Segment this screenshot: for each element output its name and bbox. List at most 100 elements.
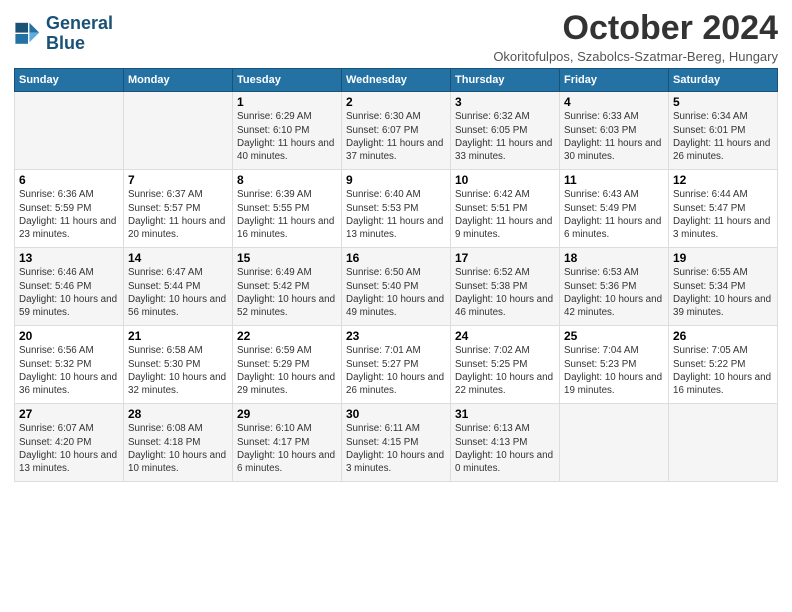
day-cell: 30Sunrise: 6:11 AM Sunset: 4:15 PM Dayli…	[342, 404, 451, 482]
day-info: Sunrise: 6:37 AM Sunset: 5:57 PM Dayligh…	[128, 188, 228, 241]
day-cell: 16Sunrise: 6:50 AM Sunset: 5:40 PM Dayli…	[342, 248, 451, 326]
day-info: Sunrise: 7:01 AM Sunset: 5:27 PM Dayligh…	[346, 344, 446, 397]
day-cell	[669, 404, 778, 482]
subtitle: Okoritofulpos, Szabolcs-Szatmar-Bereg, H…	[493, 49, 778, 64]
day-number: 19	[673, 251, 773, 265]
logo-icon	[14, 20, 42, 48]
day-info: Sunrise: 6:11 AM Sunset: 4:15 PM Dayligh…	[346, 422, 446, 475]
day-number: 27	[19, 407, 119, 421]
day-cell: 9Sunrise: 6:40 AM Sunset: 5:53 PM Daylig…	[342, 170, 451, 248]
day-number: 26	[673, 329, 773, 343]
day-number: 12	[673, 173, 773, 187]
day-cell: 2Sunrise: 6:30 AM Sunset: 6:07 PM Daylig…	[342, 92, 451, 170]
day-cell: 7Sunrise: 6:37 AM Sunset: 5:57 PM Daylig…	[124, 170, 233, 248]
day-number: 21	[128, 329, 228, 343]
day-cell: 23Sunrise: 7:01 AM Sunset: 5:27 PM Dayli…	[342, 326, 451, 404]
day-cell: 26Sunrise: 7:05 AM Sunset: 5:22 PM Dayli…	[669, 326, 778, 404]
week-row-4: 20Sunrise: 6:56 AM Sunset: 5:32 PM Dayli…	[15, 326, 778, 404]
day-info: Sunrise: 6:10 AM Sunset: 4:17 PM Dayligh…	[237, 422, 337, 475]
day-number: 10	[455, 173, 555, 187]
day-info: Sunrise: 6:13 AM Sunset: 4:13 PM Dayligh…	[455, 422, 555, 475]
day-number: 6	[19, 173, 119, 187]
col-header-sunday: Sunday	[15, 69, 124, 92]
day-info: Sunrise: 6:47 AM Sunset: 5:44 PM Dayligh…	[128, 266, 228, 319]
day-cell: 6Sunrise: 6:36 AM Sunset: 5:59 PM Daylig…	[15, 170, 124, 248]
day-number: 2	[346, 95, 446, 109]
day-info: Sunrise: 6:58 AM Sunset: 5:30 PM Dayligh…	[128, 344, 228, 397]
day-info: Sunrise: 6:30 AM Sunset: 6:07 PM Dayligh…	[346, 110, 446, 163]
day-info: Sunrise: 6:36 AM Sunset: 5:59 PM Dayligh…	[19, 188, 119, 241]
day-number: 23	[346, 329, 446, 343]
day-info: Sunrise: 6:49 AM Sunset: 5:42 PM Dayligh…	[237, 266, 337, 319]
day-info: Sunrise: 6:55 AM Sunset: 5:34 PM Dayligh…	[673, 266, 773, 319]
header-row: SundayMondayTuesdayWednesdayThursdayFrid…	[15, 69, 778, 92]
day-number: 29	[237, 407, 337, 421]
day-cell: 22Sunrise: 6:59 AM Sunset: 5:29 PM Dayli…	[233, 326, 342, 404]
day-cell: 12Sunrise: 6:44 AM Sunset: 5:47 PM Dayli…	[669, 170, 778, 248]
day-number: 9	[346, 173, 446, 187]
day-info: Sunrise: 6:53 AM Sunset: 5:36 PM Dayligh…	[564, 266, 664, 319]
day-cell: 24Sunrise: 7:02 AM Sunset: 5:25 PM Dayli…	[451, 326, 560, 404]
day-info: Sunrise: 6:29 AM Sunset: 6:10 PM Dayligh…	[237, 110, 337, 163]
header: General Blue October 2024 Okoritofulpos,…	[14, 10, 778, 64]
day-number: 4	[564, 95, 664, 109]
day-number: 16	[346, 251, 446, 265]
title-block: October 2024 Okoritofulpos, Szabolcs-Sza…	[493, 10, 778, 64]
day-number: 15	[237, 251, 337, 265]
day-info: Sunrise: 6:33 AM Sunset: 6:03 PM Dayligh…	[564, 110, 664, 163]
col-header-monday: Monday	[124, 69, 233, 92]
week-row-2: 6Sunrise: 6:36 AM Sunset: 5:59 PM Daylig…	[15, 170, 778, 248]
day-cell: 8Sunrise: 6:39 AM Sunset: 5:55 PM Daylig…	[233, 170, 342, 248]
day-cell: 27Sunrise: 6:07 AM Sunset: 4:20 PM Dayli…	[15, 404, 124, 482]
day-info: Sunrise: 6:56 AM Sunset: 5:32 PM Dayligh…	[19, 344, 119, 397]
day-cell: 25Sunrise: 7:04 AM Sunset: 5:23 PM Dayli…	[560, 326, 669, 404]
day-number: 18	[564, 251, 664, 265]
day-cell: 21Sunrise: 6:58 AM Sunset: 5:30 PM Dayli…	[124, 326, 233, 404]
day-info: Sunrise: 6:44 AM Sunset: 5:47 PM Dayligh…	[673, 188, 773, 241]
calendar-table: SundayMondayTuesdayWednesdayThursdayFrid…	[14, 68, 778, 482]
day-number: 25	[564, 329, 664, 343]
day-number: 22	[237, 329, 337, 343]
col-header-wednesday: Wednesday	[342, 69, 451, 92]
day-number: 20	[19, 329, 119, 343]
day-cell: 1Sunrise: 6:29 AM Sunset: 6:10 PM Daylig…	[233, 92, 342, 170]
day-cell: 20Sunrise: 6:56 AM Sunset: 5:32 PM Dayli…	[15, 326, 124, 404]
page: General Blue October 2024 Okoritofulpos,…	[0, 0, 792, 612]
day-cell: 17Sunrise: 6:52 AM Sunset: 5:38 PM Dayli…	[451, 248, 560, 326]
day-number: 7	[128, 173, 228, 187]
day-info: Sunrise: 6:50 AM Sunset: 5:40 PM Dayligh…	[346, 266, 446, 319]
day-cell: 28Sunrise: 6:08 AM Sunset: 4:18 PM Dayli…	[124, 404, 233, 482]
day-number: 3	[455, 95, 555, 109]
day-number: 13	[19, 251, 119, 265]
day-info: Sunrise: 6:52 AM Sunset: 5:38 PM Dayligh…	[455, 266, 555, 319]
day-info: Sunrise: 7:05 AM Sunset: 5:22 PM Dayligh…	[673, 344, 773, 397]
day-number: 30	[346, 407, 446, 421]
month-title: October 2024	[493, 10, 778, 47]
day-number: 24	[455, 329, 555, 343]
day-cell: 19Sunrise: 6:55 AM Sunset: 5:34 PM Dayli…	[669, 248, 778, 326]
day-info: Sunrise: 6:39 AM Sunset: 5:55 PM Dayligh…	[237, 188, 337, 241]
day-cell: 5Sunrise: 6:34 AM Sunset: 6:01 PM Daylig…	[669, 92, 778, 170]
week-row-5: 27Sunrise: 6:07 AM Sunset: 4:20 PM Dayli…	[15, 404, 778, 482]
day-info: Sunrise: 6:07 AM Sunset: 4:20 PM Dayligh…	[19, 422, 119, 475]
logo: General Blue	[14, 14, 113, 54]
col-header-friday: Friday	[560, 69, 669, 92]
col-header-tuesday: Tuesday	[233, 69, 342, 92]
day-info: Sunrise: 6:08 AM Sunset: 4:18 PM Dayligh…	[128, 422, 228, 475]
logo-line1: General	[46, 14, 113, 34]
day-number: 1	[237, 95, 337, 109]
day-number: 31	[455, 407, 555, 421]
day-info: Sunrise: 7:04 AM Sunset: 5:23 PM Dayligh…	[564, 344, 664, 397]
day-cell: 18Sunrise: 6:53 AM Sunset: 5:36 PM Dayli…	[560, 248, 669, 326]
day-number: 11	[564, 173, 664, 187]
day-number: 8	[237, 173, 337, 187]
day-info: Sunrise: 6:43 AM Sunset: 5:49 PM Dayligh…	[564, 188, 664, 241]
day-cell: 4Sunrise: 6:33 AM Sunset: 6:03 PM Daylig…	[560, 92, 669, 170]
day-cell: 14Sunrise: 6:47 AM Sunset: 5:44 PM Dayli…	[124, 248, 233, 326]
day-info: Sunrise: 7:02 AM Sunset: 5:25 PM Dayligh…	[455, 344, 555, 397]
day-number: 14	[128, 251, 228, 265]
day-number: 17	[455, 251, 555, 265]
day-info: Sunrise: 6:59 AM Sunset: 5:29 PM Dayligh…	[237, 344, 337, 397]
day-cell: 3Sunrise: 6:32 AM Sunset: 6:05 PM Daylig…	[451, 92, 560, 170]
week-row-3: 13Sunrise: 6:46 AM Sunset: 5:46 PM Dayli…	[15, 248, 778, 326]
